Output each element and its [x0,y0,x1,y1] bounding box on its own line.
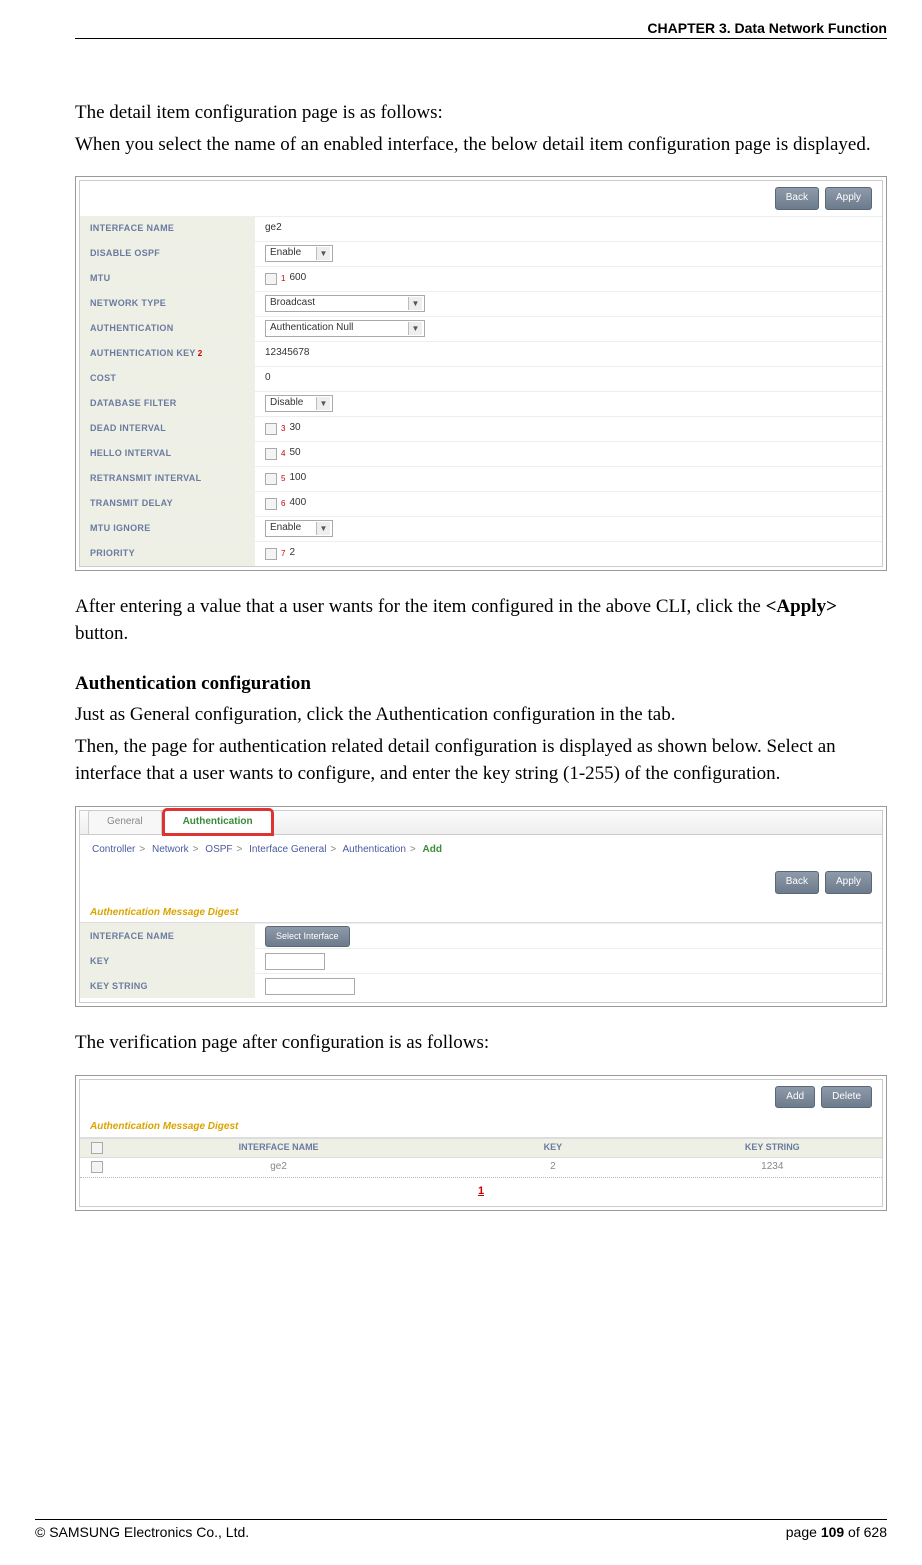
label-mtu: MTU [80,267,255,291]
label-disable-ospf: DISABLE OSPF [80,242,255,266]
input-key-string[interactable] [265,978,355,995]
label-network-type: NETWORK TYPE [80,292,255,316]
paragraph: After entering a value that a user wants… [75,593,887,648]
section-title: Authentication Message Digest [80,1114,882,1138]
label-key: KEY [80,949,255,973]
label-auth-key: AUTHENTICATION KEY2 [80,342,255,366]
label-interface-name: INTERFACE NAME [80,924,255,948]
col-key-string: KEY STRING [663,1141,882,1154]
value-transmit-delay: 400 [289,496,306,511]
screenshot-detail-config: Back Apply INTERFACE NAME ge2 DISABLE OSP… [75,176,887,571]
value-hello: 50 [289,446,300,461]
input-key[interactable] [265,953,325,970]
value-cost: 0 [265,371,271,386]
page-number: page 109 of 628 [786,1524,887,1540]
label-retransmit-interval: RETRANSMIT INTERVAL [80,467,255,491]
footnote-7: 7 [281,548,285,560]
paragraph: Just as General configuration, click the… [75,701,887,729]
footnote-4: 4 [281,448,285,460]
footnote-6: 6 [281,498,285,510]
table-row: ge2 2 1234 [80,1158,882,1178]
apply-button[interactable]: Apply [825,187,872,210]
header-rule [75,38,887,39]
label-cost: COST [80,367,255,391]
tab-general[interactable]: General [88,810,162,834]
select-authentication[interactable]: Authentication Null [265,320,425,337]
screenshot-verification: Add Delete Authentication Message Digest… [75,1075,887,1211]
paragraph: The verification page after configuratio… [75,1029,887,1057]
tab-authentication[interactable]: Authentication [164,810,272,834]
select-network-type[interactable]: Broadcast [265,295,425,312]
checkbox-mtu[interactable] [265,273,277,285]
checkbox-transmit-delay[interactable] [265,498,277,510]
checkbox-retransmit[interactable] [265,473,277,485]
checkbox-row[interactable] [91,1161,103,1173]
col-interface-name: INTERFACE NAME [114,1141,443,1154]
copyright: © SAMSUNG Electronics Co., Ltd. [35,1524,249,1540]
label-hello-interval: HELLO INTERVAL [80,442,255,466]
section-title: Authentication Message Digest [80,900,882,924]
chapter-title: CHAPTER 3. Data Network Function [647,20,887,36]
label-priority: PRIORITY [80,542,255,566]
select-database-filter[interactable]: Disable [265,395,333,412]
breadcrumb: Controller> Network> OSPF> Interface Gen… [80,835,882,866]
back-button[interactable]: Back [775,871,819,894]
page-footer: © SAMSUNG Electronics Co., Ltd. page 109… [35,1519,887,1540]
page-header: CHAPTER 3. Data Network Function [75,20,887,36]
checkbox-select-all[interactable] [91,1142,103,1154]
label-interface-name: INTERFACE NAME [80,217,255,241]
select-mtu-ignore[interactable]: Enable [265,520,333,537]
value-interface-name: ge2 [265,221,282,236]
cell-key: 2 [443,1160,662,1175]
footnote-2: 2 [198,348,203,360]
value-priority: 2 [289,546,295,561]
select-interface-button[interactable]: Select Interface [265,926,350,947]
screenshot-auth-config: General Authentication Controller> Netwo… [75,806,887,1008]
checkbox-hello[interactable] [265,448,277,460]
pager[interactable]: 1 [80,1178,882,1204]
col-key: KEY [443,1141,662,1154]
value-mtu: 600 [289,271,306,286]
checkbox-priority[interactable] [265,548,277,560]
label-database-filter: DATABASE FILTER [80,392,255,416]
footnote-1: 1 [281,273,285,285]
value-dead: 30 [289,421,300,436]
label-dead-interval: DEAD INTERVAL [80,417,255,441]
select-disable-ospf[interactable]: Enable [265,245,333,262]
footer-rule [35,1519,887,1520]
paragraph: The detail item configuration page is as… [75,99,887,127]
button-bar: Back Apply [80,181,882,216]
back-button[interactable]: Back [775,187,819,210]
footnote-3: 3 [281,423,285,435]
apply-reference: <Apply> [766,596,837,617]
cell-key-string: 1234 [663,1160,882,1175]
checkbox-dead[interactable] [265,423,277,435]
add-button[interactable]: Add [775,1086,815,1109]
delete-button[interactable]: Delete [821,1086,872,1109]
heading-auth-config: Authentication configuration [75,670,887,698]
label-mtu-ignore: MTU IGNORE [80,517,255,541]
label-authentication: AUTHENTICATION [80,317,255,341]
button-bar: Back Apply [80,865,882,900]
cell-interface-name: ge2 [114,1160,443,1175]
paragraph: When you select the name of an enabled i… [75,131,887,159]
label-transmit-delay: TRANSMIT DELAY [80,492,255,516]
button-bar: Add Delete [80,1080,882,1115]
value-auth-key: 12345678 [265,346,310,361]
tab-bar: General Authentication [80,811,882,835]
paragraph: Then, the page for authentication relate… [75,733,887,788]
value-retransmit: 100 [289,471,306,486]
table-header: INTERFACE NAME KEY KEY STRING [80,1138,882,1158]
apply-button[interactable]: Apply [825,871,872,894]
footnote-5: 5 [281,473,285,485]
body-content: The detail item configuration page is as… [75,99,887,1211]
label-key-string: KEY STRING [80,974,255,998]
